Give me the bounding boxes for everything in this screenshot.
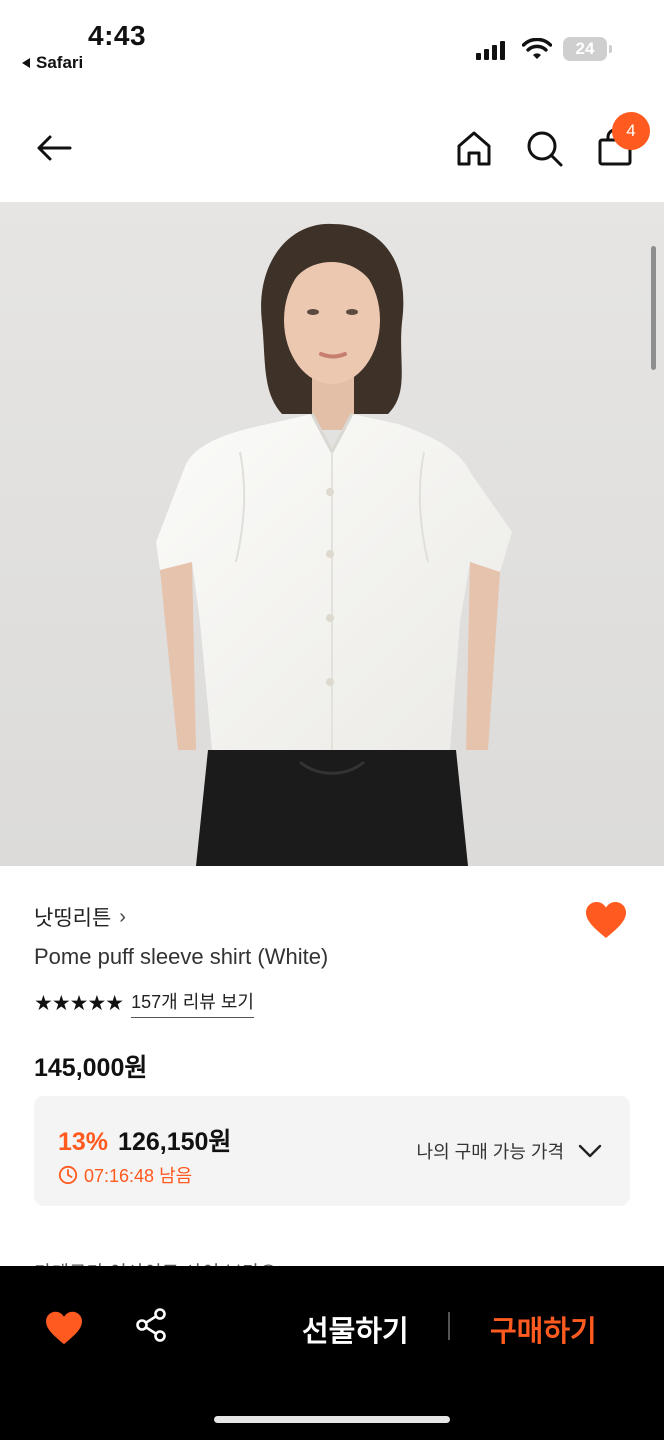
bottom-action-bar: 선물하기 구매하기 [0,1266,664,1440]
rating-row: ★★★★★ 157개 리뷰 보기 [34,988,254,1018]
deal-timer: 07:16:48 남음 [58,1162,192,1188]
product-name: Pome puff sleeve shirt (White) [34,944,329,969]
brand-link[interactable]: 낫띵리튼 › [34,902,126,932]
my-price-label: 나의 구매 가능 가격 [416,1142,564,1162]
rating-stars: ★★★★★ [34,991,124,1015]
timer-text: 07:16:48 남음 [84,1166,193,1186]
model-photo [0,202,664,866]
cellular-signal-icon [476,40,505,60]
battery-icon: 24 [563,37,612,61]
back-to-safari-link[interactable]: Safari [22,53,83,73]
gift-button[interactable]: 선물하기 [302,1308,409,1350]
chevron-down-icon [578,1144,602,1158]
product-image[interactable] [0,202,664,866]
buy-button[interactable]: 구매하기 [490,1308,597,1350]
status-time: 4:43 [88,20,147,51]
back-triangle-icon [22,58,30,68]
cart-count-badge: 4 [612,112,650,150]
back-app-label: Safari [36,53,84,72]
discount-price-box: 13% 126,150원 07:16:48 남음 나의 구매 가능 가격 [34,1096,630,1206]
home-indicator [214,1416,450,1423]
home-icon[interactable] [454,128,494,168]
discount-row: 13% 126,150원 [58,1122,231,1158]
battery-level: 24 [575,39,595,58]
clock-icon [58,1165,78,1185]
discount-price: 126,150원 [118,1128,232,1156]
scroll-indicator [651,246,656,370]
product-header [0,90,664,202]
review-link[interactable]: 157개 리뷰 보기 [131,988,254,1018]
wifi-icon [522,38,552,59]
divider [448,1312,450,1340]
chevron-right-icon: › [119,905,126,928]
heart-icon[interactable] [44,1310,84,1346]
heart-icon[interactable] [584,900,628,940]
status-bar: 4:43 Safari 24 [0,0,664,90]
my-price-toggle[interactable]: 나의 구매 가능 가격 [417,1138,602,1164]
original-price: 145,000원 [34,1054,148,1082]
back-arrow-icon[interactable] [34,128,74,168]
discount-rate: 13% [58,1128,109,1156]
search-icon[interactable] [524,128,564,168]
brand-name: 낫띵리튼 [34,907,112,930]
share-icon[interactable] [134,1308,168,1342]
